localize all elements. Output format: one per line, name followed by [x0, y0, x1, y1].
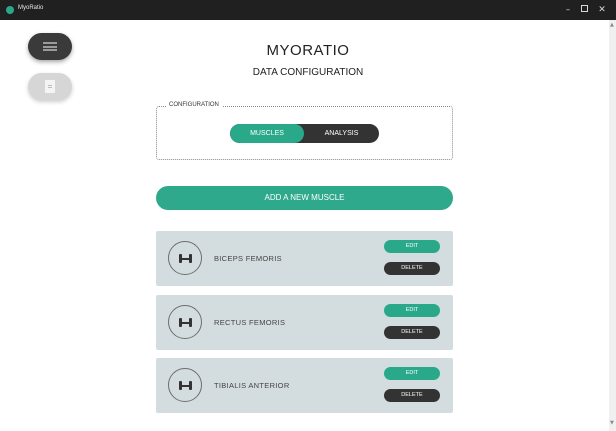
muscle-name: BICEPS FEMORIS	[214, 254, 282, 263]
muscle-card: RECTUS FEMORIS EDIT DELETE	[156, 295, 453, 350]
document-icon	[45, 80, 55, 93]
app-heading: MYORATIO	[266, 42, 350, 59]
edit-button[interactable]: EDIT	[384, 240, 440, 253]
muscle-icon-circle	[168, 368, 202, 402]
muscle-icon-circle	[168, 305, 202, 339]
analysis-toggle-option[interactable]: ANALYSIS	[304, 124, 379, 143]
edit-button[interactable]: EDIT	[384, 304, 440, 317]
delete-button[interactable]: DELETE	[384, 262, 440, 275]
maximize-button[interactable]	[576, 2, 592, 18]
configuration-legend: CONFIGURATION	[166, 102, 222, 108]
scroll-down-icon[interactable]: ▼	[610, 420, 614, 426]
muscle-name: RECTUS FEMORIS	[214, 318, 286, 327]
edit-button[interactable]: EDIT	[384, 367, 440, 380]
app-logo-icon	[6, 6, 14, 14]
close-button[interactable]: ✕	[594, 2, 610, 18]
page-subtitle: DATA CONFIGURATION	[252, 67, 364, 78]
dumbbell-icon	[179, 254, 192, 263]
add-muscle-button[interactable]: ADD A NEW MUSCLE	[156, 186, 453, 210]
scroll-up-icon[interactable]: ▲	[610, 22, 614, 28]
delete-button[interactable]: DELETE	[384, 389, 440, 402]
maximize-icon	[580, 5, 588, 12]
configuration-toggle[interactable]: MUSCLES ANALYSIS	[230, 124, 379, 143]
title-bar: MyoRatio – ✕	[0, 0, 616, 20]
muscle-name: TIBIALIS ANTERIOR	[214, 381, 290, 390]
dumbbell-icon	[179, 381, 192, 390]
muscle-card: TIBIALIS ANTERIOR EDIT DELETE	[156, 358, 453, 413]
minimize-button[interactable]: –	[560, 2, 576, 18]
delete-button[interactable]: DELETE	[384, 326, 440, 339]
muscle-card: BICEPS FEMORIS EDIT DELETE	[156, 231, 453, 286]
muscle-icon-circle	[168, 241, 202, 275]
vertical-scrollbar[interactable]: ▲ ▼	[609, 20, 616, 431]
muscles-toggle-option[interactable]: MUSCLES	[230, 124, 304, 143]
window-title: MyoRatio	[18, 5, 44, 11]
dumbbell-icon	[179, 318, 192, 327]
